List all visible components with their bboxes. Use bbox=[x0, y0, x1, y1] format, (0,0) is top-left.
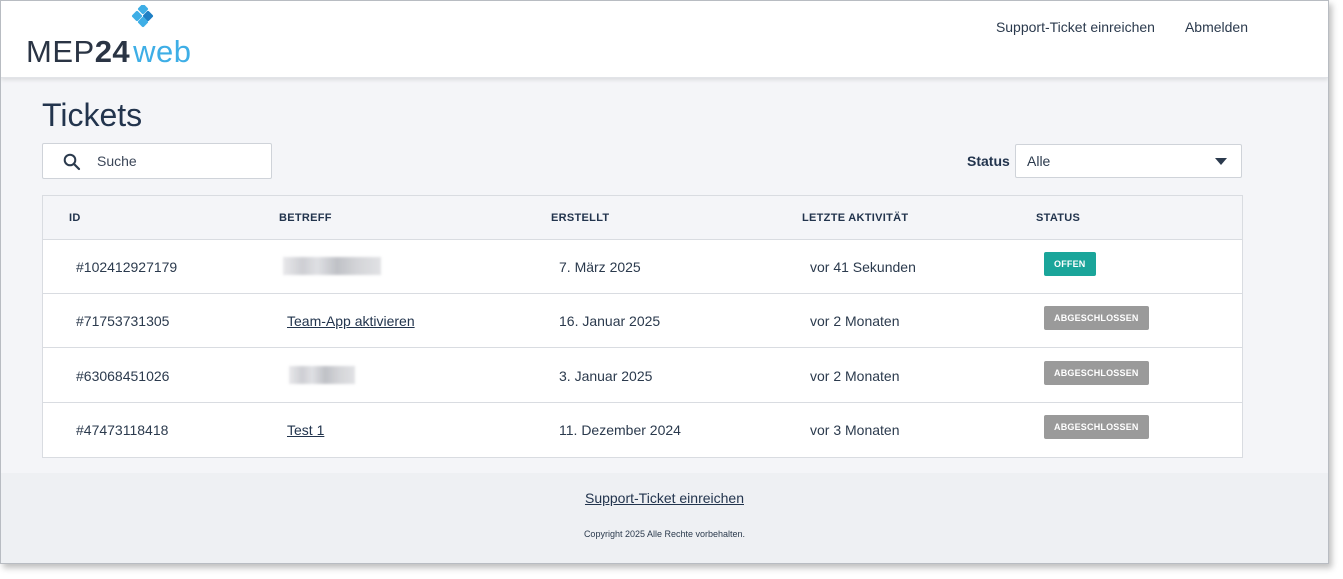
logo-wordmark: MEP24web bbox=[26, 35, 192, 69]
logo-text-mep: MEP bbox=[26, 34, 95, 69]
logo-mark-icon bbox=[131, 5, 154, 28]
redacted-subject bbox=[289, 366, 355, 384]
redacted-subject bbox=[283, 257, 381, 275]
tickets-table: ID BETREFF ERSTELLT LETZTE AKTIVITÄT STA… bbox=[42, 195, 1243, 458]
column-header-created[interactable]: ERSTELLT bbox=[551, 212, 609, 224]
ticket-subject-link[interactable]: Team-App aktivieren bbox=[287, 313, 415, 329]
logo-text-24: 24 bbox=[94, 34, 131, 69]
search-input[interactable] bbox=[97, 150, 262, 172]
search-icon bbox=[63, 153, 81, 171]
status-select[interactable]: Alle bbox=[1015, 144, 1242, 178]
search-box[interactable] bbox=[42, 143, 272, 179]
table-row[interactable]: #47473118418 Test 1 11. Dezember 2024 vo… bbox=[43, 403, 1242, 457]
column-header-last-activity[interactable]: LETZTE AKTIVITÄT bbox=[802, 212, 908, 224]
nav-submit-ticket-link[interactable]: Support-Ticket einreichen bbox=[996, 19, 1155, 35]
status-filter-label: Status bbox=[967, 153, 1010, 169]
status-badge: ABGESCHLOSSEN bbox=[1044, 361, 1149, 385]
status-badge: OFFEN bbox=[1044, 252, 1096, 276]
ticket-last-activity: vor 2 Monaten bbox=[810, 368, 900, 384]
brand-logo[interactable]: MEP24web bbox=[26, 5, 206, 69]
status-badge: ABGESCHLOSSEN bbox=[1044, 306, 1149, 330]
top-header: MEP24web Support-Ticket einreichen Abmel… bbox=[1, 1, 1328, 78]
table-row[interactable]: #63068451026 3. Januar 2025 vor 2 Monate… bbox=[43, 349, 1242, 403]
column-header-id[interactable]: ID bbox=[69, 212, 81, 224]
page-title: Tickets bbox=[42, 97, 143, 133]
ticket-created: 11. Dezember 2024 bbox=[559, 422, 681, 438]
ticket-created: 7. März 2025 bbox=[559, 259, 641, 275]
column-header-status[interactable]: STATUS bbox=[1036, 212, 1080, 224]
ticket-created: 3. Januar 2025 bbox=[559, 368, 653, 384]
ticket-id: #102412927179 bbox=[76, 259, 178, 275]
ticket-last-activity: vor 3 Monaten bbox=[810, 422, 900, 438]
ticket-id: #71753731305 bbox=[76, 313, 170, 329]
ticket-id: #63068451026 bbox=[76, 368, 170, 384]
ticket-created: 16. Januar 2025 bbox=[559, 313, 661, 329]
footer-link-wrapper: Support-Ticket einreichen bbox=[1, 490, 1328, 506]
nav-logout-link[interactable]: Abmelden bbox=[1185, 19, 1248, 35]
table-header: ID BETREFF ERSTELLT LETZTE AKTIVITÄT STA… bbox=[43, 196, 1242, 240]
page-footer: Support-Ticket einreichen Copyright 2025… bbox=[1, 473, 1328, 563]
caret-down-icon bbox=[1215, 158, 1227, 165]
top-nav: Support-Ticket einreichen Abmelden bbox=[996, 19, 1248, 35]
ticket-last-activity: vor 41 Sekunden bbox=[810, 259, 916, 275]
ticket-subject-link[interactable]: Test 1 bbox=[287, 422, 324, 438]
ticket-id: #47473118418 bbox=[76, 422, 169, 438]
app-window: MEP24web Support-Ticket einreichen Abmel… bbox=[0, 0, 1329, 564]
status-select-value: Alle bbox=[1027, 153, 1051, 169]
ticket-last-activity: vor 2 Monaten bbox=[810, 313, 900, 329]
column-header-subject[interactable]: BETREFF bbox=[279, 212, 332, 224]
copyright-text: Copyright 2025 Alle Rechte vorbehalten. bbox=[583, 529, 746, 539]
footer-submit-ticket-link[interactable]: Support-Ticket einreichen bbox=[585, 490, 744, 506]
table-row[interactable]: #102412927179 7. März 2025 vor 41 Sekund… bbox=[43, 240, 1242, 294]
status-badge: ABGESCHLOSSEN bbox=[1044, 415, 1149, 439]
logo-text-web: web bbox=[133, 34, 192, 69]
table-row[interactable]: #71753731305 Team-App aktivieren 16. Jan… bbox=[43, 294, 1242, 348]
